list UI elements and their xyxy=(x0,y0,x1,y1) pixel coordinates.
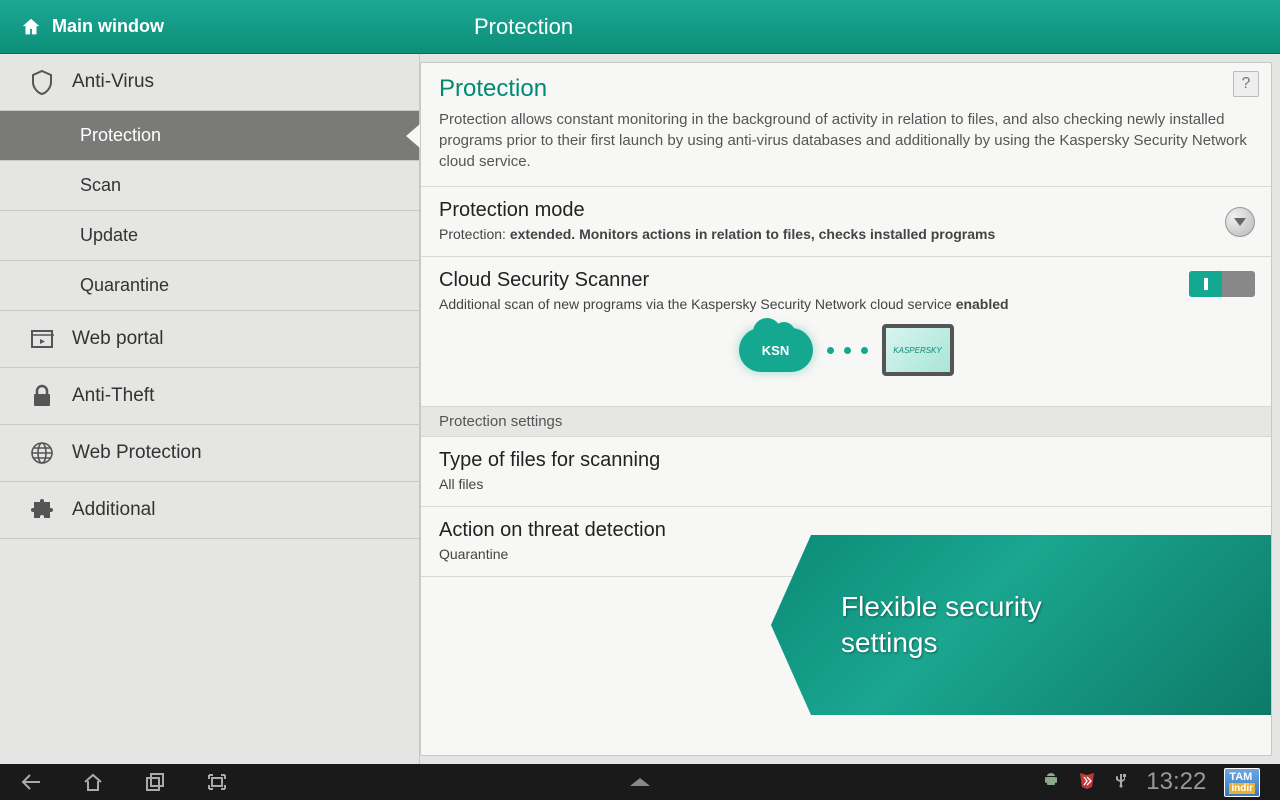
portal-icon xyxy=(28,325,56,353)
panel-description: Protection allows constant monitoring in… xyxy=(439,109,1253,172)
cloud-icon: KSN xyxy=(739,328,813,372)
sidebar-item-antivirus[interactable]: Anti-Virus xyxy=(0,54,419,111)
setting-prefix: Protection: xyxy=(439,226,510,242)
sidebar-label: Quarantine xyxy=(80,275,169,296)
setting-value: extended. Monitors actions in relation t… xyxy=(510,226,995,242)
globe-icon xyxy=(28,439,56,467)
toggle-on-indicator xyxy=(1189,271,1222,297)
sidebar-label: Anti-Virus xyxy=(72,71,154,93)
kaspersky-tray-icon xyxy=(1078,769,1096,795)
sidebar-label: Web Protection xyxy=(72,442,202,464)
cloud-scanner-toggle[interactable] xyxy=(1189,271,1255,297)
clock: 13:22 xyxy=(1146,768,1206,796)
sidebar-item-update[interactable]: Update xyxy=(0,211,419,261)
lock-icon xyxy=(28,382,56,410)
setting-value: All files xyxy=(439,476,1253,492)
sidebar-label: Update xyxy=(80,225,138,246)
setting-title: Type of files for scanning xyxy=(439,449,1253,472)
setting-title: Cloud Security Scanner xyxy=(439,269,1253,292)
back-icon[interactable] xyxy=(20,772,42,792)
panel-header: Protection Protection allows constant mo… xyxy=(421,63,1271,187)
tablet-icon: KASPERSKY xyxy=(882,324,954,376)
sidebar: Anti-Virus Protection Scan Update Quaran… xyxy=(0,54,420,764)
sidebar-label: Additional xyxy=(72,499,155,521)
connection-dots xyxy=(827,347,868,354)
badge-bottom: indir xyxy=(1229,783,1255,794)
sidebar-label: Protection xyxy=(80,125,161,146)
sidebar-item-web-portal[interactable]: Web portal xyxy=(0,311,419,368)
promo-line2: settings xyxy=(841,625,1042,661)
badge-top: TAM xyxy=(1229,771,1252,783)
sidebar-item-quarantine[interactable]: Quarantine xyxy=(0,261,419,311)
setting-subtitle: Additional scan of new programs via the … xyxy=(439,296,1253,312)
help-button[interactable]: ? xyxy=(1233,71,1259,97)
cloud-label: KSN xyxy=(762,343,789,358)
main-panel: Protection Protection allows constant mo… xyxy=(420,62,1272,756)
home-icon xyxy=(20,16,42,38)
chevron-down-icon[interactable] xyxy=(1225,207,1255,237)
recent-apps-icon[interactable] xyxy=(144,772,166,792)
protection-mode-row[interactable]: Protection mode Protection: extended. Mo… xyxy=(421,187,1271,257)
cloud-scanner-row: Cloud Security Scanner Additional scan o… xyxy=(421,257,1271,407)
main-window-button[interactable]: Main window xyxy=(20,16,164,38)
setting-subtitle: Protection: extended. Monitors actions i… xyxy=(439,226,1253,242)
status-tray: 13:22 TAM indir xyxy=(1042,768,1260,797)
promo-text: Flexible security settings xyxy=(841,589,1042,662)
tablet-label: KASPERSKY xyxy=(893,346,941,355)
shield-icon xyxy=(28,68,56,96)
android-icon xyxy=(1042,769,1060,795)
setting-title: Protection mode xyxy=(439,199,1253,222)
expand-navbar-icon[interactable] xyxy=(630,778,650,786)
android-navbar: 13:22 TAM indir xyxy=(0,764,1280,800)
sidebar-label: Scan xyxy=(80,175,121,196)
page-title: Protection xyxy=(474,14,573,40)
promo-banner: Flexible security settings xyxy=(771,535,1271,715)
puzzle-icon xyxy=(28,496,56,524)
sidebar-item-anti-theft[interactable]: Anti-Theft xyxy=(0,368,419,425)
ksn-graphic: KSN KASPERSKY xyxy=(439,312,1253,392)
screenshot-icon[interactable] xyxy=(206,772,228,792)
protection-settings-label: Protection settings xyxy=(421,407,1271,437)
file-types-row[interactable]: Type of files for scanning All files xyxy=(421,437,1271,507)
sidebar-item-additional[interactable]: Additional xyxy=(0,482,419,539)
app-header: Main window Protection xyxy=(0,0,1280,54)
home-nav-icon[interactable] xyxy=(82,772,104,792)
setting-status: enabled xyxy=(956,296,1009,312)
main-window-label: Main window xyxy=(52,16,164,37)
sidebar-item-web-protection[interactable]: Web Protection xyxy=(0,425,419,482)
panel-title: Protection xyxy=(439,75,1253,103)
setting-prefix: Additional scan of new programs via the … xyxy=(439,296,956,312)
tam-badge: TAM indir xyxy=(1224,768,1260,797)
sidebar-label: Anti-Theft xyxy=(72,385,154,407)
sidebar-label: Web portal xyxy=(72,328,164,350)
usb-icon xyxy=(1114,769,1128,795)
sidebar-item-scan[interactable]: Scan xyxy=(0,161,419,211)
promo-line1: Flexible security xyxy=(841,589,1042,625)
sidebar-item-protection[interactable]: Protection xyxy=(0,111,419,161)
